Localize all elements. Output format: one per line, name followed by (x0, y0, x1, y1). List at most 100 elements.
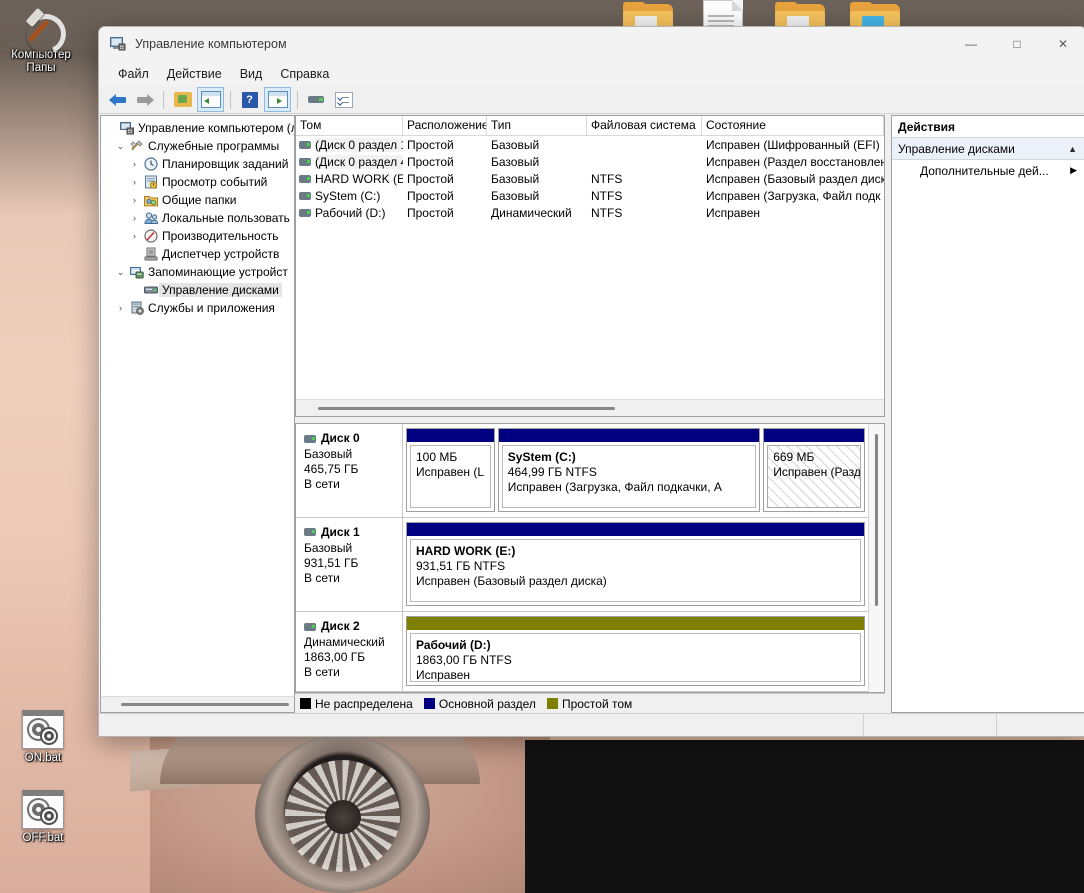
tree-node-1[interactable]: ⌄ Служебные программы (101, 137, 294, 155)
partition-name: Рабочий (D:) (416, 638, 491, 652)
disk-info-1[interactable]: Диск 1 Базовый 931,51 ГБ В сети (296, 517, 403, 611)
properties-button[interactable] (331, 88, 356, 111)
tree-node-0[interactable]: Управление компьютером (л (101, 119, 294, 137)
partition-status: Исправен (L (416, 465, 485, 479)
chevron-right-icon[interactable]: › (127, 213, 142, 223)
tree-node-4[interactable]: › Общие папки (101, 191, 294, 209)
disk-map-scrollbar-thumb[interactable] (875, 434, 878, 606)
chevron-right-icon[interactable]: › (127, 195, 142, 205)
volume-column-header-1[interactable]: Расположение (403, 116, 487, 135)
help-button[interactable]: ? (237, 88, 262, 111)
device-manager-icon (142, 247, 159, 261)
window-statusbar (99, 713, 1084, 736)
chevron-right-icon[interactable]: › (127, 159, 142, 169)
legend-swatch (546, 698, 558, 709)
table-cell-0: SyStem (C:) (296, 189, 403, 203)
disk-kind: Базовый (304, 447, 353, 461)
partition-2-0[interactable]: Рабочий (D:) 1863,00 ГБ NTFS Исправен (406, 616, 865, 686)
volume-column-header-0[interactable]: Том (296, 116, 403, 135)
chevron-right-icon[interactable]: › (127, 177, 142, 187)
rescan-disks-button[interactable] (304, 88, 329, 111)
forward-button[interactable] (132, 88, 157, 111)
chevron-right-icon[interactable]: › (113, 303, 128, 313)
legend-item-2: Простой том (546, 697, 632, 711)
statusbar-segment-main (99, 714, 864, 736)
table-cell-1: Простой (407, 188, 454, 203)
show-hide-tree-button[interactable] (197, 87, 224, 112)
table-row[interactable]: (Диск 0 раздел 4) Простой Базовый Исправен … (296, 153, 884, 170)
back-button[interactable] (105, 88, 130, 111)
tree-node-10[interactable]: › Службы и приложения (101, 299, 294, 317)
volume-scrollbar-thumb[interactable] (318, 407, 615, 410)
gears-bat-icon (22, 790, 64, 829)
tree-node-9[interactable]: Управление дисками (101, 281, 294, 299)
volume-disk-icon (299, 140, 311, 149)
table-row[interactable]: SyStem (C:) Простой Базовый NTFS Исправен (З… (296, 187, 884, 204)
tree-node-label: Планировщик заданий (162, 157, 289, 171)
window-titlebar[interactable]: Управление компьютером — □ ✕ (99, 27, 1084, 62)
partition-size: 931,51 ГБ NTFS (416, 558, 506, 573)
actions-group-disk-management[interactable]: Управление дисками ▲ (892, 138, 1084, 160)
close-button[interactable]: ✕ (1040, 27, 1084, 61)
maximize-button[interactable]: □ (994, 27, 1040, 61)
statusbar-segment-2 (864, 714, 997, 736)
tree-node-8[interactable]: ⌄ Запоминающие устройст (101, 263, 294, 281)
disk-info-0[interactable]: Диск 0 Базовый 465,75 ГБ В сети (296, 424, 403, 517)
table-row[interactable]: (Диск 0 раздел 1) Простой Базовый Исправен … (296, 136, 884, 153)
tree-scrollbar-thumb[interactable] (121, 703, 289, 706)
disk-partitions-1: HARD WORK (E:) 931,51 ГБ NTFS Исправен (Ба… (403, 518, 868, 611)
partition-capacity-bar (407, 429, 494, 442)
partition-details: SyStem (C:) 464,99 ГБ NTFS Исправен (Загру… (501, 445, 757, 508)
actions-pane: Действия Управление дисками ▲ Дополнител… (891, 115, 1084, 713)
disk-info-2[interactable]: Диск 2 Динамический 1863,00 ГБ В сети (296, 612, 403, 691)
volume-column-header-2[interactable]: Тип (487, 116, 587, 135)
desktop-icon-computer-papy[interactable]: Компьютер Папы (0, 7, 82, 75)
tree-node-label: Производительность (162, 229, 279, 243)
table-cell-3: NTFS (591, 171, 623, 186)
tree-node-3[interactable]: › Просмотр событий (101, 173, 294, 191)
disk-icon (307, 93, 326, 106)
up-folder-button[interactable] (170, 88, 195, 111)
action-item-more-actions[interactable]: Дополнительные дей... ▶ (892, 160, 1084, 181)
volume-list-horizontal-scrollbar[interactable] (296, 399, 884, 416)
partition-0-0[interactable]: 100 МБ Исправен (L (406, 428, 495, 512)
menu-help[interactable]: Справка (271, 64, 338, 84)
volume-list-empty-area (296, 221, 884, 399)
tree-horizontal-scrollbar[interactable] (101, 696, 294, 712)
tree-node-5[interactable]: › Локальные пользовать (101, 209, 294, 227)
desktop-icon-off-bat[interactable]: OFF.bat (2, 790, 84, 845)
event-viewer-icon (142, 175, 159, 189)
volume-list-rows: (Диск 0 раздел 1) Простой Базовый Исправен … (296, 136, 884, 221)
disk-row-2[interactable]: Диск 2 Динамический 1863,00 ГБ В сети Рабочи… (296, 612, 868, 692)
partition-details: 669 МБИсправен (Раздел (767, 445, 861, 508)
tree-node-2[interactable]: › Планировщик заданий (101, 155, 294, 173)
minimize-button[interactable]: — (948, 27, 994, 61)
disk-title: Диск 1 (321, 524, 360, 539)
table-row[interactable]: Рабочий (D:) Простой Динамический NTFS Испра… (296, 204, 884, 221)
tree-node-7[interactable]: Диспетчер устройств (101, 245, 294, 263)
disk-map-vertical-scrollbar[interactable] (868, 424, 884, 692)
partition-0-2[interactable]: 669 МБИсправен (Раздел (763, 428, 865, 512)
menu-action[interactable]: Действие (158, 64, 231, 84)
chevron-down-icon[interactable]: ⌄ (113, 141, 128, 152)
table-row[interactable]: HARD WORK (E:) Простой Базовый NTFS Исправен… (296, 170, 884, 187)
disk-map-area: Диск 0 Базовый 465,75 ГБ В сети 100 МБ Исправ… (295, 423, 885, 693)
tree-node-6[interactable]: › Производительность (101, 227, 294, 245)
legend-item-0: Не распределена (300, 697, 413, 711)
volume-column-header-3[interactable]: Файловая система (587, 116, 702, 135)
menu-file[interactable]: Файл (109, 64, 158, 84)
chevron-down-icon[interactable]: ⌄ (113, 267, 128, 278)
disk-row-0[interactable]: Диск 0 Базовый 465,75 ГБ В сети 100 МБ Исправ… (296, 424, 868, 518)
partition-1-0[interactable]: HARD WORK (E:) 931,51 ГБ NTFS Исправен (Ба… (406, 521, 865, 606)
table-cell-1: Простой (407, 205, 454, 220)
partition-0-1[interactable]: SyStem (C:) 464,99 ГБ NTFS Исправен (Загру… (497, 428, 761, 512)
volume-list-header: Том Расположение Тип Файловая система Состоя… (296, 116, 884, 136)
disk-row-1[interactable]: Диск 1 Базовый 931,51 ГБ В сети HARD WORK (E… (296, 517, 868, 612)
desktop-icon-on-bat[interactable]: ON.bat (2, 710, 84, 765)
services-icon (128, 301, 145, 315)
volume-column-header-4[interactable]: Состояние (702, 116, 884, 135)
menu-view[interactable]: Вид (231, 64, 272, 84)
show-action-pane-button[interactable] (264, 87, 291, 112)
action-pane-icon (267, 91, 288, 108)
chevron-right-icon[interactable]: › (127, 231, 142, 241)
